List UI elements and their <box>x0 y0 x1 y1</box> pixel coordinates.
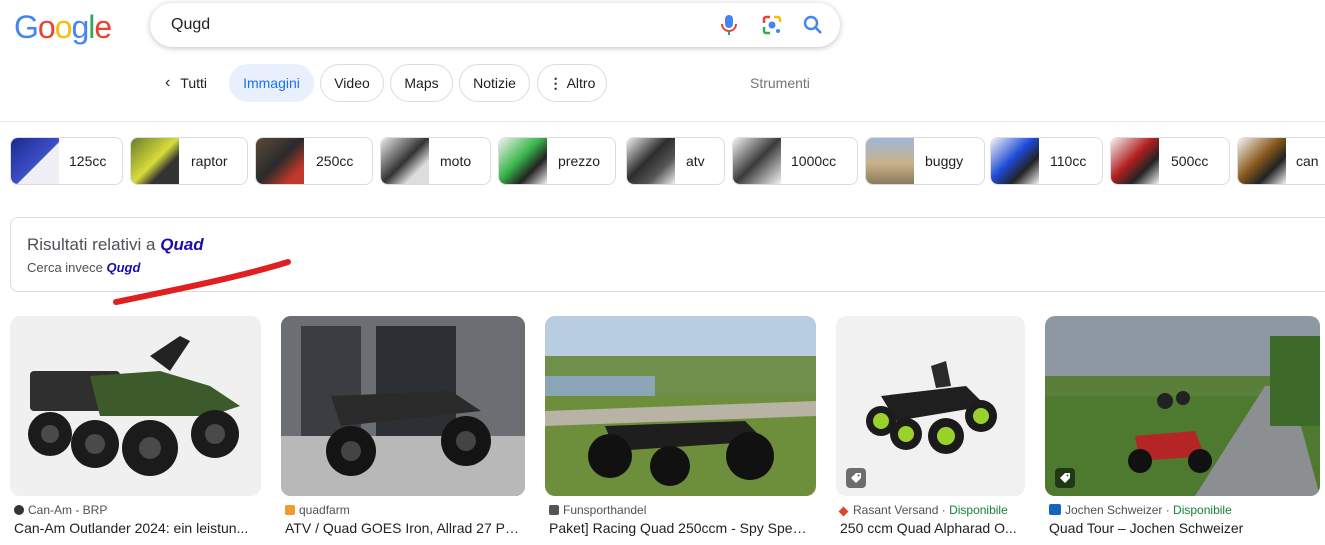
search-box[interactable]: Qugd <box>150 3 840 47</box>
chip-250cc[interactable]: 250cc <box>255 137 373 185</box>
chip-thumbnail <box>499 138 547 184</box>
result-source: Funsporthandel <box>549 503 646 517</box>
correction-prefix: Risultati relativi a <box>27 235 161 254</box>
tab-maps[interactable]: Maps <box>390 64 453 102</box>
result-source: quadfarm <box>285 503 350 517</box>
chip-label: 500cc <box>1171 153 1209 169</box>
chip-thumbnail <box>11 138 59 184</box>
result-source: Rasant Versand · Disponibile <box>838 503 1008 517</box>
chip-thumbnail <box>733 138 781 184</box>
chip-prezzo[interactable]: prezzo <box>498 137 616 185</box>
result-image[interactable] <box>836 316 1025 496</box>
chip-500cc[interactable]: 500cc <box>1110 137 1230 185</box>
chip-label: 250cc <box>316 153 354 169</box>
chip-atv[interactable]: atv <box>626 137 725 185</box>
site-favicon-icon <box>838 506 849 517</box>
price-tag-icon <box>1055 468 1075 488</box>
chip-raptor[interactable]: raptor <box>130 137 248 185</box>
tab-news[interactable]: Notizie <box>459 64 530 102</box>
tab-label: Notizie <box>473 75 516 91</box>
result-title[interactable]: Paket] Racing Quad 250ccm - Spy Spee... <box>549 520 811 536</box>
result-source: Can-Am - BRP <box>14 503 107 517</box>
chip-label: moto <box>440 153 472 169</box>
chip-thumbnail <box>381 138 429 184</box>
search-input[interactable]: Qugd <box>171 16 210 34</box>
chip-label: buggy <box>925 153 964 169</box>
corrected-query-link[interactable]: Quad <box>160 235 203 254</box>
source-name: Jochen Schweizer · <box>1065 503 1174 517</box>
result-image[interactable] <box>1045 316 1320 496</box>
result-image[interactable] <box>10 316 261 496</box>
chip-label: prezzo <box>558 153 601 169</box>
tab-label: Video <box>334 75 370 91</box>
more-vert-icon: ⋮ <box>548 74 563 91</box>
price-tag-icon <box>846 468 866 488</box>
source-name: Can-Am - BRP <box>28 503 108 517</box>
chip-thumbnail <box>866 138 914 184</box>
showing-results-for: Risultati relativi a Quad <box>27 235 204 255</box>
result-title[interactable]: Quad Tour – Jochen Schweizer <box>1049 520 1319 536</box>
chip-label: raptor <box>191 153 228 169</box>
result-title[interactable]: Can-Am Outlander 2024: ein leistun... <box>14 520 259 536</box>
result-image[interactable] <box>281 316 525 496</box>
chip-1000cc[interactable]: 1000cc <box>732 137 858 185</box>
site-favicon-icon <box>285 505 295 515</box>
chip-thumbnail <box>131 138 179 184</box>
site-favicon-icon <box>14 505 24 515</box>
tab-label: Tutti <box>180 75 208 91</box>
tab-images[interactable]: Immagini <box>229 64 314 102</box>
microphone-icon[interactable] <box>717 13 741 37</box>
tools-button[interactable]: Strumenti <box>750 75 810 91</box>
chip-label: atv <box>686 153 705 169</box>
chip-label: can <box>1296 153 1319 169</box>
search-icon[interactable] <box>801 13 825 37</box>
result-image[interactable] <box>545 316 816 496</box>
chip-can[interactable]: can <box>1237 137 1325 185</box>
source-name: Rasant Versand · <box>853 503 950 517</box>
chip-thumbnail <box>991 138 1039 184</box>
chip-thumbnail <box>256 138 304 184</box>
availability-label: Disponibile <box>1173 503 1232 517</box>
red-annotation-stroke <box>113 259 291 305</box>
result-title[interactable]: 250 ccm Quad Alpharad O... <box>840 520 1023 536</box>
google-logo[interactable]: Google <box>14 9 112 45</box>
chip-125cc[interactable]: 125cc <box>10 137 123 185</box>
site-favicon-icon <box>549 505 559 515</box>
chip-thumbnail <box>627 138 675 184</box>
google-lens-icon[interactable] <box>760 13 784 37</box>
availability-label: Disponibile <box>949 503 1008 517</box>
chip-110cc[interactable]: 110cc <box>990 137 1103 185</box>
source-name: Funsporthandel <box>563 503 647 517</box>
source-name: quadfarm <box>299 503 350 517</box>
header-divider <box>0 121 1325 122</box>
tab-more[interactable]: ⋮ Altro <box>537 64 607 102</box>
tab-label: Altro <box>566 75 596 91</box>
chip-label: 125cc <box>69 153 107 169</box>
tab-label: Maps <box>404 75 439 91</box>
chip-moto[interactable]: moto <box>380 137 491 185</box>
tab-video[interactable]: Video <box>320 64 384 102</box>
site-favicon-icon <box>1049 504 1061 515</box>
result-source: Jochen Schweizer · Disponibile <box>1049 503 1232 517</box>
chip-thumbnail <box>1111 138 1159 184</box>
chip-label: 1000cc <box>791 153 837 169</box>
tab-all[interactable]: ‹ Tutti <box>155 64 217 102</box>
chevron-left-icon: ‹ <box>164 74 171 91</box>
chip-label: 110cc <box>1050 153 1087 169</box>
instead-prefix: Cerca invece <box>27 260 107 275</box>
tab-label: Immagini <box>243 75 300 91</box>
chip-buggy[interactable]: buggy <box>865 137 985 185</box>
result-title[interactable]: ATV / Quad GOES Iron, Allrad 27 PS... <box>285 520 523 536</box>
chip-thumbnail <box>1238 138 1286 184</box>
